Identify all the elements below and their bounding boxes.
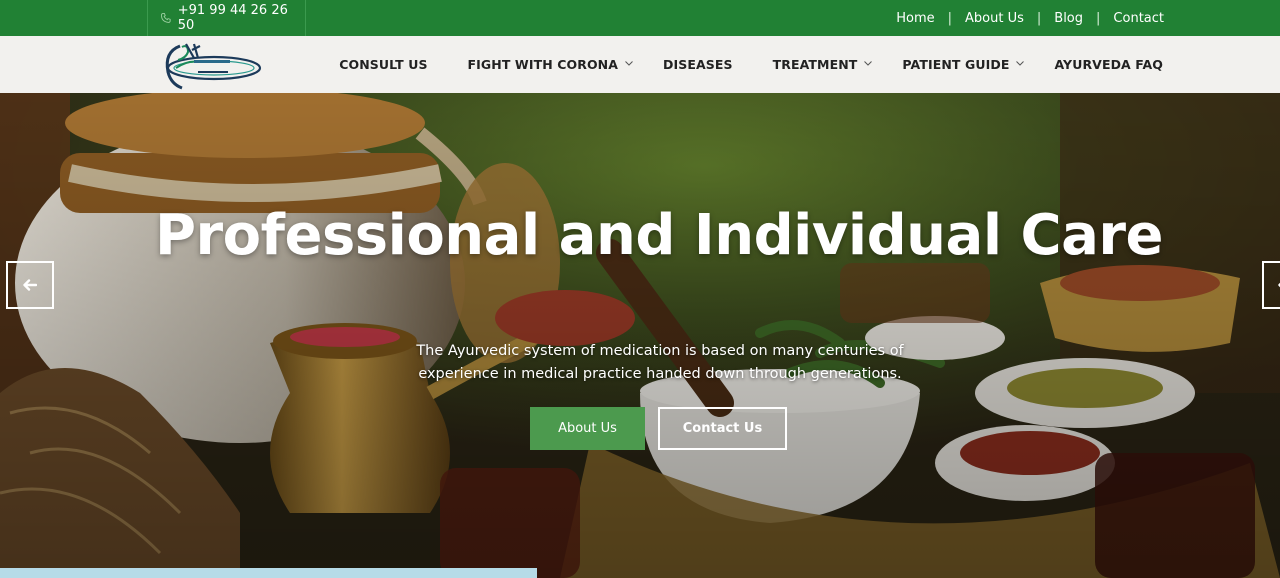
chevron-down-icon bbox=[864, 61, 873, 66]
nav-label: DISEASES bbox=[663, 57, 733, 72]
hero-background-image bbox=[0, 93, 1280, 578]
site-logo[interactable] bbox=[158, 38, 264, 90]
separator: | bbox=[1096, 10, 1101, 26]
hero-title: Professional and Individual Care bbox=[155, 203, 1164, 268]
slider-next-button[interactable] bbox=[1262, 261, 1280, 309]
nav-label: PATIENT GUIDE bbox=[902, 57, 1010, 72]
slider-prev-button[interactable] bbox=[6, 261, 54, 309]
nav-fight-with-corona[interactable]: FIGHT WITH CORONA bbox=[468, 57, 633, 72]
separator: | bbox=[1036, 10, 1042, 26]
nav-label: CONSULT US bbox=[339, 57, 428, 72]
chevron-down-icon bbox=[625, 61, 633, 66]
main-nav: CONSULT US FIGHT WITH CORONA DISEASES TR… bbox=[339, 36, 1163, 93]
main-header: CONSULT US FIGHT WITH CORONA DISEASES TR… bbox=[0, 36, 1280, 93]
nav-treatment[interactable]: TREATMENT bbox=[773, 57, 873, 72]
nav-label: AYURVEDA FAQ bbox=[1054, 57, 1163, 72]
top-links: Home | About Us | Blog | Contact bbox=[896, 0, 1164, 36]
nav-consult-us[interactable]: CONSULT US bbox=[339, 57, 427, 72]
phone-number: +91 99 44 26 26 50 bbox=[177, 3, 288, 33]
bottom-strip bbox=[0, 568, 537, 578]
separator: | bbox=[947, 10, 953, 26]
contact-us-button[interactable]: Contact Us bbox=[658, 407, 787, 450]
top-link-contact[interactable]: Contact bbox=[1113, 11, 1164, 26]
nav-patient-guide[interactable]: PATIENT GUIDE bbox=[902, 57, 1025, 72]
nav-diseases[interactable]: DISEASES bbox=[663, 57, 733, 72]
hero-slider: Professional and Individual Care The Ayu… bbox=[0, 93, 1280, 578]
top-link-blog[interactable]: Blog bbox=[1054, 11, 1083, 26]
phone-contact[interactable]: +91 99 44 26 26 50 bbox=[147, 0, 306, 36]
nav-label: FIGHT WITH CORONA bbox=[467, 57, 619, 72]
nav-label: TREATMENT bbox=[772, 57, 858, 72]
phone-icon bbox=[161, 13, 171, 23]
arrow-left-icon bbox=[23, 279, 37, 291]
about-us-button[interactable]: About Us bbox=[530, 407, 645, 450]
top-link-home[interactable]: Home bbox=[896, 11, 934, 26]
top-bar: +91 99 44 26 26 50 Home | About Us | Blo… bbox=[0, 0, 1280, 36]
chevron-down-icon bbox=[1016, 61, 1025, 66]
nav-ayurveda-faq[interactable]: AYURVEDA FAQ bbox=[1054, 57, 1163, 72]
hero-description: The Ayurvedic system of medication is ba… bbox=[416, 343, 904, 382]
top-link-about[interactable]: About Us bbox=[965, 11, 1024, 26]
